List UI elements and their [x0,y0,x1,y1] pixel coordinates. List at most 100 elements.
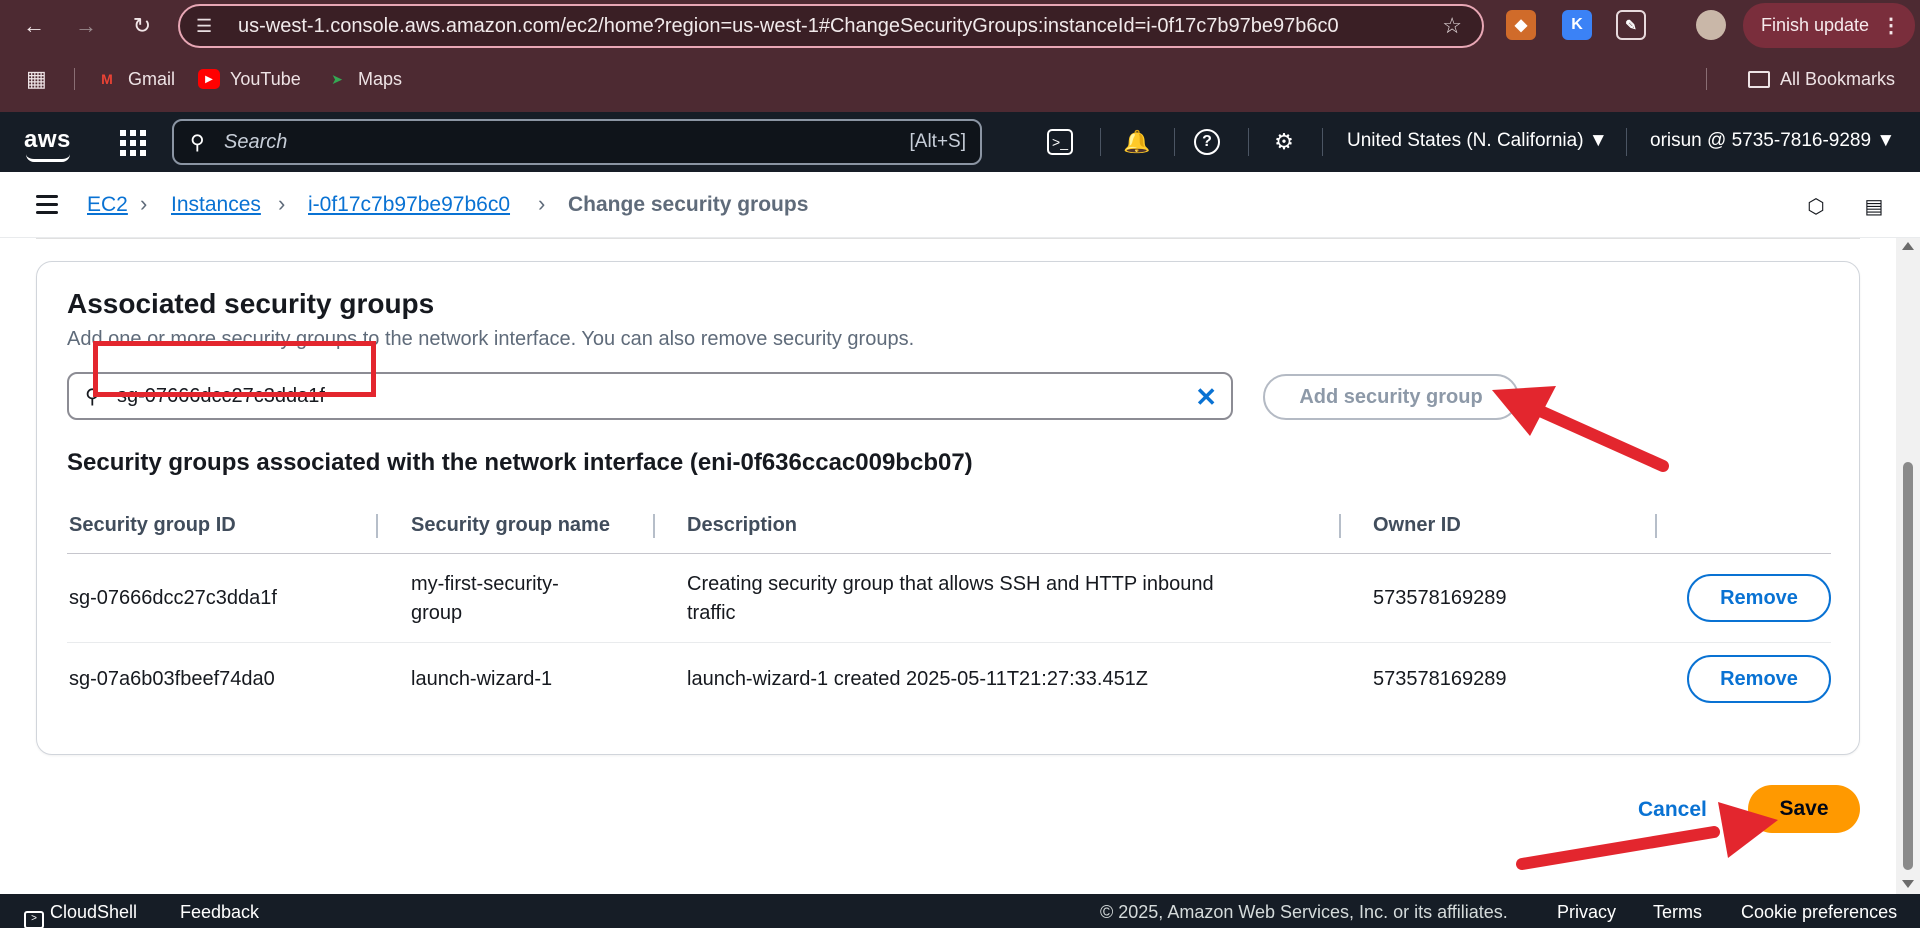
column-header-name: Security group name [411,514,610,536]
forward-icon[interactable]: → [68,8,104,44]
folder-icon [1748,70,1770,88]
notifications-bell-icon[interactable]: 🔔 [1121,126,1153,158]
column-header-id: Security group ID [69,514,236,536]
bookmark-divider [1706,68,1707,90]
clear-input-icon[interactable]: ✕ [1195,382,1217,413]
services-grid-icon[interactable] [120,130,146,156]
scroll-up-arrow-icon[interactable] [1902,242,1914,250]
metamask-extension-icon[interactable]: ◆ [1506,10,1536,40]
bookmark-maps[interactable]: ➤ Maps [326,66,402,92]
table-header: Security group ID Security group name De… [67,498,1831,554]
cell-owner-id: 573578169289 [1373,587,1507,609]
aws-footer: > CloudShell Feedback © 2025, Amazon Web … [0,894,1920,929]
security-groups-table: Security group ID Security group name De… [67,498,1831,717]
column-resizer[interactable] [653,514,655,538]
footer-copyright: © 2025, Amazon Web Services, Inc. or its… [1100,902,1508,922]
nav-separator [1322,128,1323,156]
cloudshell-icon: > [24,911,44,929]
url-text: us-west-1.console.aws.amazon.com/ec2/hom… [238,14,1339,37]
security-groups-panel: Associated security groups Add one or mo… [36,261,1860,755]
breadcrumb-instances[interactable]: Instances [171,193,261,217]
hamburger-menu-icon[interactable] [36,195,58,214]
bookmark-youtube[interactable]: ▶ YouTube [198,66,301,92]
monitor-panel-icon[interactable]: ▤ [1860,192,1888,220]
bookmark-label: Gmail [128,68,176,89]
footer-feedback[interactable]: Feedback [180,902,259,923]
apps-grid-icon[interactable]: ▦ [26,66,47,92]
panel-title: Associated security groups [67,288,435,319]
remove-button[interactable]: Remove [1687,574,1831,622]
scroll-thumb[interactable] [1903,462,1913,870]
back-icon[interactable]: ← [16,8,52,44]
nav-separator [1100,128,1101,156]
footer-cookie-preferences[interactable]: Cookie preferences [1741,902,1897,923]
scroll-down-arrow-icon[interactable] [1902,880,1914,888]
help-icon[interactable]: ? [1194,129,1220,155]
cloudshell-icon[interactable]: >_ [1047,129,1073,155]
breadcrumb-current-page: Change security groups [568,193,809,216]
column-header-description: Description [687,514,798,536]
extensions-puzzle-icon[interactable]: ✎ [1616,10,1646,40]
finish-update-button[interactable]: Finish update ⋮ [1743,3,1915,48]
youtube-icon: ▶ [198,69,220,89]
previous-panel-edge [36,238,1860,239]
annotation-highlight-box [93,341,376,397]
save-button[interactable]: Save [1748,785,1860,833]
aws-logo[interactable]: aws [24,126,71,154]
nav-separator [1174,128,1175,156]
cancel-button[interactable]: Cancel [1638,798,1707,822]
cell-sg-id: sg-07a6b03fbeef74da0 [69,668,275,690]
aws-search-input[interactable] [224,130,824,154]
nav-separator [1248,128,1249,156]
cell-sg-name-line: my-first-security- [411,573,559,595]
cell-owner-id: 573578169289 [1373,668,1507,690]
aws-top-nav: aws ⚲ [Alt+S] >_ 🔔 ? ⚙ United States (N.… [0,112,1920,172]
cell-description-line: Creating security group that allows SSH … [687,573,1214,595]
cell-sg-name: launch-wizard-1 [411,668,553,690]
page-scrollbar[interactable] [1896,238,1920,894]
bookmark-gmail[interactable]: M Gmail [96,66,175,92]
bookmark-label: Maps [358,68,403,89]
all-bookmarks[interactable]: All Bookmarks [1748,66,1895,92]
reload-icon[interactable]: ↻ [124,8,160,44]
search-shortcut-hint: [Alt+S] [909,131,967,152]
bookmark-star-icon[interactable]: ☆ [1442,13,1462,39]
main-content: Associated security groups Add one or mo… [0,238,1896,894]
aws-search-bar[interactable]: ⚲ [Alt+S] [172,119,982,165]
breadcrumb-bar: EC2 › Instances › i-0f17c7b97be97b6c0 › … [0,172,1920,238]
footer-cloudshell[interactable]: > CloudShell [24,902,137,929]
k-extension-icon[interactable]: K [1562,10,1592,40]
cell-description: Creating security group that allows SSH … [687,570,1214,628]
settings-gear-icon[interactable]: ⚙ [1268,126,1300,158]
cell-sg-id: sg-07666dcc27c3dda1f [69,587,277,609]
chevron-right-icon: › [140,191,148,216]
remove-button[interactable]: Remove [1687,655,1831,703]
column-resizer[interactable] [1339,514,1341,538]
cell-description-line: traffic [687,602,736,624]
add-security-group-button[interactable]: Add security group [1263,374,1519,420]
region-selector[interactable]: United States (N. California) ▼ [1347,130,1608,152]
gmail-icon: M [101,71,113,87]
address-bar[interactable]: ☰ us-west-1.console.aws.amazon.com/ec2/h… [178,4,1484,48]
profile-avatar[interactable] [1696,10,1726,40]
breadcrumb-instance-id[interactable]: i-0f17c7b97be97b6c0 [308,193,510,217]
column-header-owner: Owner ID [1373,514,1461,536]
cell-sg-name-line: group [411,602,463,624]
footer-terms[interactable]: Terms [1653,902,1702,923]
table-row: sg-07666dcc27c3dda1f my-first-security- … [67,554,1831,643]
column-resizer[interactable] [376,514,378,538]
breadcrumb-ec2[interactable]: EC2 [87,193,128,217]
all-bookmarks-label: All Bookmarks [1780,68,1896,89]
cell-description: launch-wizard-1 created 2025-05-11T21:27… [687,668,1149,690]
chevron-right-icon: › [278,191,286,216]
account-menu[interactable]: orisun @ 5735-7816-9289 ▼ [1650,130,1895,152]
column-resizer[interactable] [1655,514,1657,538]
table-title: Security groups associated with the netw… [67,449,973,476]
site-info-icon[interactable]: ☰ [196,16,224,37]
footer-privacy[interactable]: Privacy [1557,902,1616,923]
bookmark-label: YouTube [230,68,301,89]
bookmark-divider [74,68,75,90]
browser-chrome: ← → ↻ ☰ us-west-1.console.aws.amazon.com… [0,0,1920,112]
hexagon-info-icon[interactable]: ⬡ [1802,192,1830,220]
table-row: sg-07a6b03fbeef74da0 launch-wizard-1 lau… [67,643,1831,717]
